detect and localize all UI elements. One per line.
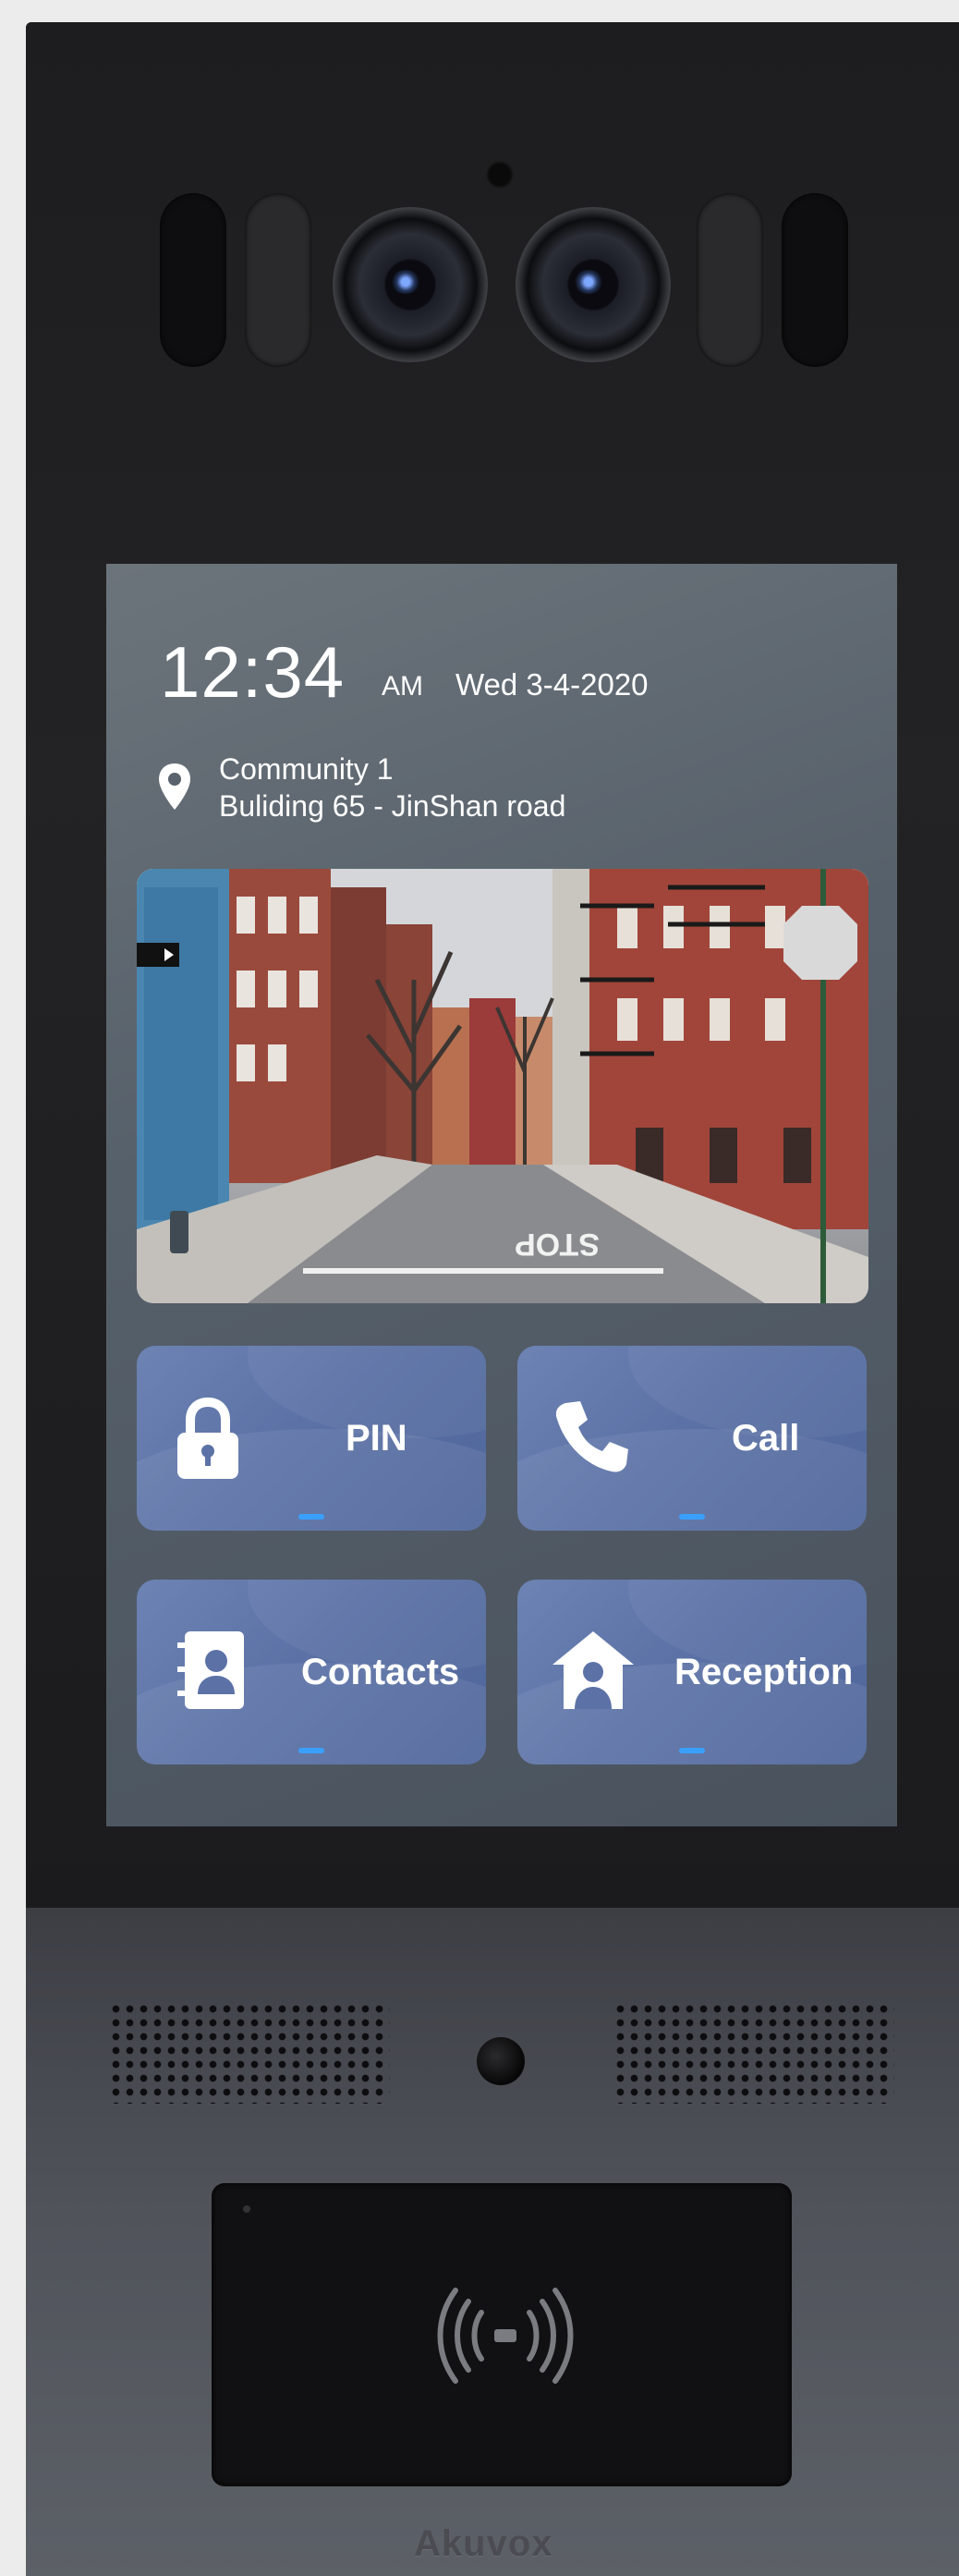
camera-lens-right — [516, 207, 671, 362]
street-scene-image: STOP — [137, 869, 868, 1303]
ir-light-left-inner — [245, 193, 311, 367]
contacts-book-icon — [177, 1631, 244, 1709]
contacts-button[interactable]: Contacts — [137, 1580, 486, 1764]
ir-light-right-inner — [697, 193, 763, 367]
call-button[interactable]: Call — [517, 1346, 867, 1531]
pin-button[interactable]: PIN — [137, 1346, 486, 1531]
upper-panel: 12:34 AM Wed 3-4-2020 Community 1 Bulidi… — [26, 22, 959, 1908]
reception-button-label: Reception — [674, 1652, 854, 1692]
location-building: Buliding 65 - JinShan road — [219, 789, 566, 823]
speaker-grille-right — [613, 2002, 894, 2104]
location-pin-icon — [159, 763, 190, 810]
touch-screen: 12:34 AM Wed 3-4-2020 Community 1 Bulidi… — [106, 564, 897, 1826]
brand-logo: Akuvox — [414, 2523, 553, 2564]
pin-indicator — [298, 1514, 324, 1520]
location-community: Community 1 — [219, 752, 394, 786]
lower-panel: Akuvox — [26, 1908, 959, 2576]
contacts-indicator — [298, 1748, 324, 1753]
top-sensor — [486, 161, 514, 189]
phone-icon — [555, 1401, 628, 1472]
microphone — [477, 2037, 525, 2085]
ir-light-right-outer — [782, 193, 848, 367]
card-reader[interactable] — [212, 2183, 792, 2486]
clock-date: Wed 3-4-2020 — [455, 667, 649, 702]
pin-button-label: PIN — [346, 1418, 407, 1459]
clock-ampm: AM — [382, 671, 423, 702]
ir-light-left-outer — [160, 193, 226, 367]
lock-icon — [177, 1398, 238, 1479]
camera-lens-left — [333, 207, 488, 362]
nfc-icon — [437, 2288, 574, 2384]
house-person-icon — [552, 1631, 634, 1709]
call-indicator — [679, 1514, 705, 1520]
reception-indicator — [679, 1748, 705, 1753]
clock-time: 12:34 — [160, 631, 346, 713]
reception-button[interactable]: Reception — [517, 1580, 867, 1764]
stop-marking: STOP — [515, 1227, 600, 1262]
contacts-button-label: Contacts — [301, 1652, 460, 1692]
intercom-device: 12:34 AM Wed 3-4-2020 Community 1 Bulidi… — [26, 22, 959, 2576]
speaker-grille-left — [109, 2002, 390, 2104]
camera-preview[interactable]: STOP — [137, 869, 868, 1303]
call-button-label: Call — [732, 1418, 800, 1459]
